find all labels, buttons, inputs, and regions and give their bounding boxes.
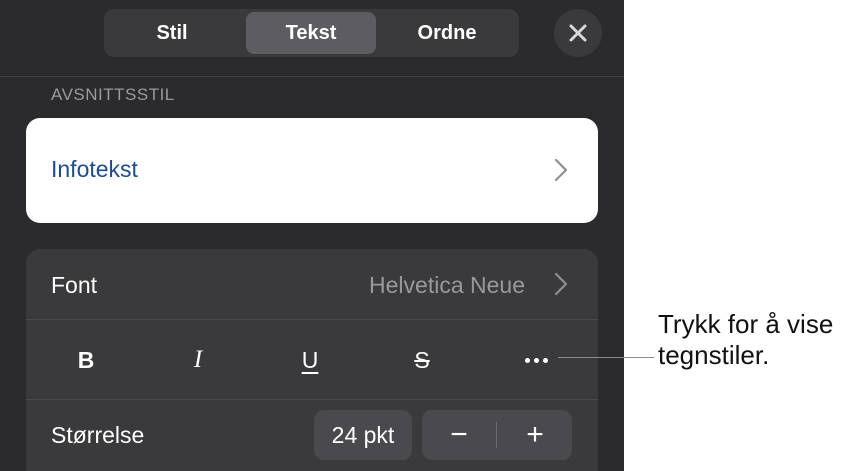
italic-button[interactable]: I: [168, 337, 228, 383]
more-text-styles-button[interactable]: [506, 337, 566, 383]
tab-ordne[interactable]: Ordne: [380, 12, 514, 54]
format-panel: Stil Tekst Ordne AVSNITTSSTIL Infotekst …: [0, 0, 624, 471]
decrease-size-button[interactable]: −: [422, 410, 496, 460]
tab-stil[interactable]: Stil: [108, 12, 236, 54]
divider: [26, 319, 598, 320]
chevron-right-icon: [554, 272, 568, 296]
divider: [496, 422, 497, 448]
size-label: Størrelse: [51, 422, 145, 448]
font-row[interactable]: Font Helvetica Neue: [26, 249, 598, 321]
underline-button[interactable]: U: [280, 337, 340, 383]
increase-size-button[interactable]: +: [498, 410, 572, 460]
callout-line: [558, 357, 654, 358]
callout-line-1: Trykk for å vise: [658, 309, 834, 339]
callout-text: Trykk for å vise tegnstiler.: [658, 309, 863, 371]
divider: [26, 399, 598, 400]
paragraph-style-button[interactable]: Infotekst: [26, 118, 598, 223]
format-tabs: Stil Tekst Ordne: [104, 9, 519, 57]
close-button[interactable]: [554, 9, 602, 57]
font-size-value[interactable]: 24 pkt: [314, 410, 412, 460]
ellipsis-icon: [524, 357, 548, 363]
strikethrough-button[interactable]: S: [392, 337, 452, 383]
chevron-right-icon: [554, 158, 568, 182]
close-icon: [569, 24, 587, 42]
bold-button[interactable]: B: [56, 337, 116, 383]
font-size-stepper: − +: [422, 410, 572, 460]
divider: [0, 76, 624, 77]
callout-line-2: tegnstiler.: [658, 340, 770, 370]
section-label-paragraph-style: AVSNITTSSTIL: [51, 85, 175, 104]
tab-tekst[interactable]: Tekst: [246, 12, 376, 54]
paragraph-style-value: Infotekst: [51, 156, 138, 182]
font-settings-group: Font Helvetica Neue B I U S Størrelse 24…: [26, 249, 598, 471]
font-value: Helvetica Neue: [369, 272, 525, 298]
font-label: Font: [51, 272, 98, 298]
